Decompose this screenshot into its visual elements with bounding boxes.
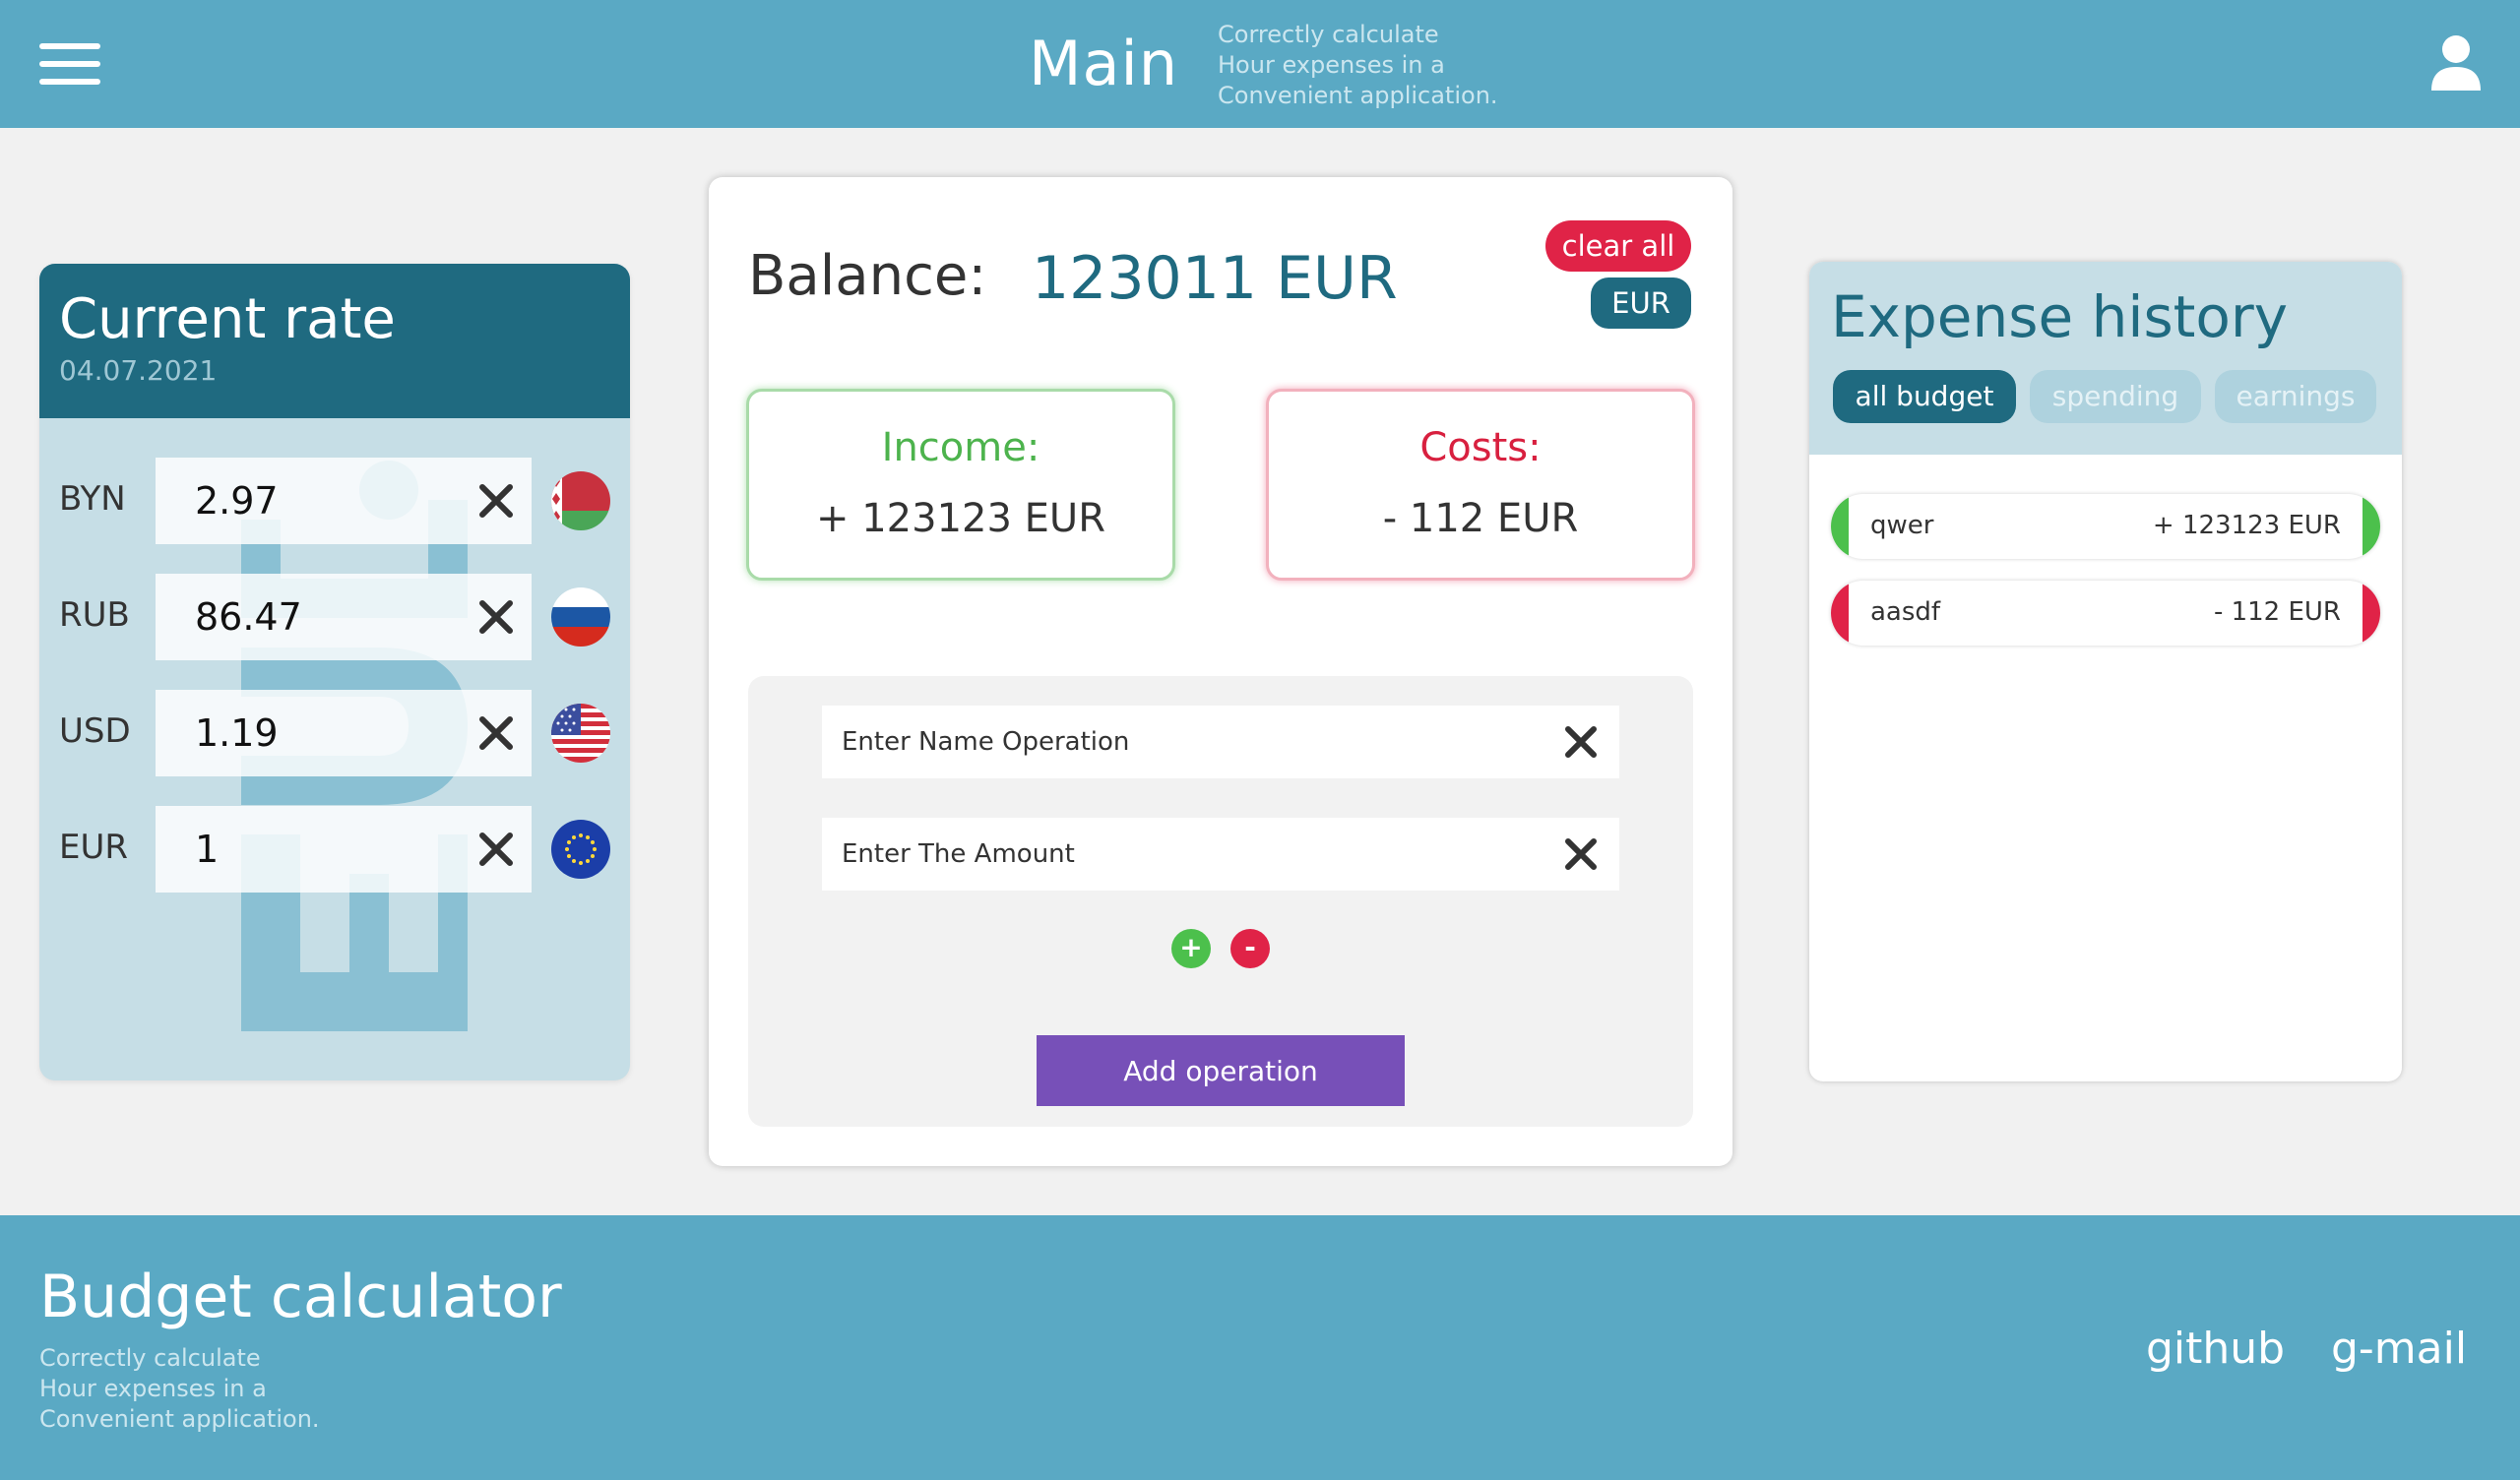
belarus-flag-icon	[551, 471, 610, 530]
costs-value: - 112 EUR	[1382, 496, 1579, 541]
history-item-amount: - 112 EUR	[2213, 597, 2341, 627]
expense-history-title: Expense history	[1831, 283, 2289, 350]
balance-panel: Balance: 123011 EUR clear all EUR Income…	[709, 177, 1732, 1166]
top-bar: Main Correctly calculate Hour expenses i…	[0, 0, 2520, 128]
income-indicator	[2362, 494, 2380, 559]
github-link[interactable]: github	[2146, 1324, 2285, 1374]
balance-label: Balance:	[748, 244, 987, 308]
tab-earnings[interactable]: earnings	[2215, 370, 2376, 423]
footer-tagline-line: Hour expenses in a	[39, 1375, 267, 1402]
rate-row-rub: RUB	[39, 574, 630, 660]
current-rate-header: Current rate 04.07.2021	[39, 264, 630, 418]
operation-name-field	[822, 706, 1619, 778]
costs-summary: Costs: - 112 EUR	[1266, 389, 1695, 581]
tab-spending[interactable]: spending	[2030, 370, 2201, 423]
balance-value: 123011 EUR	[1032, 244, 1398, 313]
clear-icon[interactable]	[472, 477, 520, 524]
clear-all-button[interactable]: clear all	[1545, 220, 1691, 272]
current-rate-date: 04.07.2021	[59, 354, 218, 387]
clear-icon[interactable]	[1562, 723, 1600, 761]
operation-amount-field	[822, 818, 1619, 891]
russia-flag-icon	[551, 587, 610, 647]
operation-amount-input[interactable]	[822, 818, 1541, 891]
cost-indicator	[1831, 581, 1849, 646]
costs-label: Costs:	[1419, 425, 1542, 470]
rate-row-eur: EUR	[39, 806, 630, 893]
header-tagline-line: Hour expenses in a	[1218, 51, 1445, 79]
clear-icon[interactable]	[472, 709, 520, 757]
operation-form: + - Add operation	[748, 676, 1693, 1127]
gmail-link[interactable]: g-mail	[2331, 1324, 2467, 1374]
history-item-amount: + 123123 EUR	[2152, 511, 2341, 540]
footer-tagline: Correctly calculate Hour expenses in a C…	[39, 1343, 320, 1435]
user-profile-icon[interactable]	[2429, 33, 2483, 92]
current-rate-panel: Current rate 04.07.2021 BYN RUB	[39, 264, 630, 1080]
currency-code: RUB	[59, 595, 130, 635]
header-tagline-line: Correctly calculate	[1218, 21, 1439, 48]
cost-indicator	[2362, 581, 2380, 646]
header-tagline: Correctly calculate Hour expenses in a C…	[1218, 20, 1572, 111]
footer-tagline-line: Correctly calculate	[39, 1344, 261, 1372]
income-indicator	[1831, 494, 1849, 559]
history-item[interactable]: aasdf - 112 EUR	[1831, 581, 2380, 646]
income-summary: Income: + 123123 EUR	[746, 389, 1175, 581]
clear-icon[interactable]	[1562, 835, 1600, 873]
operation-name-input[interactable]	[822, 706, 1541, 778]
history-item-name: qwer	[1870, 511, 1934, 540]
add-operation-button[interactable]: Add operation	[1037, 1035, 1405, 1106]
expense-history-panel: Expense history all budget spending earn…	[1809, 262, 2402, 1081]
page-title: Main	[1029, 28, 1179, 99]
history-item-name: aasdf	[1870, 597, 1941, 627]
eu-flag-icon	[551, 820, 610, 879]
hamburger-menu-icon[interactable]	[39, 43, 100, 85]
footer-tagline-line: Convenient application.	[39, 1405, 320, 1433]
current-rate-title: Current rate	[59, 287, 396, 351]
income-label: Income:	[881, 425, 1040, 470]
footer-title: Budget calculator	[39, 1263, 562, 1331]
expense-history-header: Expense history all budget spending earn…	[1809, 262, 2402, 455]
clear-icon[interactable]	[472, 826, 520, 873]
header-tagline-line: Convenient application.	[1218, 82, 1498, 109]
currency-code: BYN	[59, 479, 126, 519]
footer: Budget calculator Correctly calculate Ho…	[0, 1215, 2520, 1480]
income-toggle-button[interactable]: +	[1171, 929, 1211, 968]
currency-code: USD	[59, 711, 131, 751]
currency-select-button[interactable]: EUR	[1591, 278, 1691, 329]
usa-flag-icon	[551, 704, 610, 763]
expense-toggle-button[interactable]: -	[1230, 929, 1270, 968]
income-value: + 123123 EUR	[816, 496, 1105, 541]
rate-row-byn: BYN	[39, 458, 630, 544]
tab-all-budget[interactable]: all budget	[1833, 370, 2016, 423]
clear-icon[interactable]	[472, 593, 520, 641]
currency-code: EUR	[59, 828, 128, 867]
history-item[interactable]: qwer + 123123 EUR	[1831, 494, 2380, 559]
rate-row-usd: USD	[39, 690, 630, 776]
